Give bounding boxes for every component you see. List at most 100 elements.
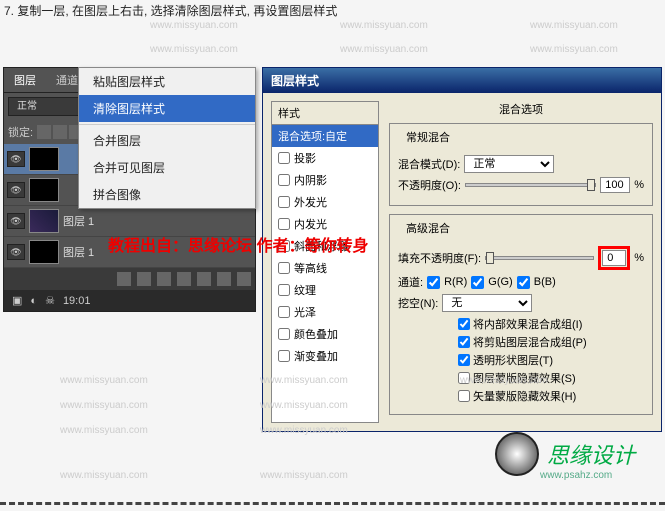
opt-label: 矢量蒙版隐藏效果(H): [473, 388, 576, 404]
menu-paste-style[interactable]: 粘贴图层样式: [79, 68, 255, 95]
style-checkbox[interactable]: [278, 174, 290, 186]
channel-g-checkbox[interactable]: [471, 276, 484, 289]
context-menu: 粘贴图层样式 清除图层样式 合并图层 合并可见图层 拼合图像: [78, 67, 256, 209]
watermark: www.missyuan.com: [150, 44, 238, 55]
menu-flatten[interactable]: 拼合图像: [79, 181, 255, 208]
style-checkbox[interactable]: [278, 218, 290, 230]
logo-icon: [495, 432, 539, 476]
source-logo: 思缘设计: [495, 432, 635, 476]
watermark: www.missyuan.com: [530, 44, 618, 55]
watermark: www.missyuan.com: [260, 470, 348, 481]
status-icon: ◐: [30, 295, 37, 307]
opt-clip-layers-checkbox[interactable]: [458, 336, 470, 348]
opacity-label: 不透明度(O):: [398, 177, 461, 193]
lock-transparency-icon[interactable]: [37, 125, 51, 139]
layer-thumb[interactable]: [29, 240, 59, 264]
clock-time: 19:01: [63, 295, 91, 307]
adjustment-icon[interactable]: [177, 272, 191, 286]
layer-name: 图层 1: [63, 213, 252, 229]
trash-icon[interactable]: [237, 272, 251, 286]
styles-list: 样式 混合选项:自定 投影 内阴影 外发光 内发光 斜面和浮雕 等高线 纹理 光…: [271, 101, 379, 423]
style-outer-glow[interactable]: 外发光: [272, 191, 378, 213]
fill-opacity-input[interactable]: [602, 250, 626, 266]
visibility-icon[interactable]: 👁: [7, 244, 25, 260]
style-checkbox[interactable]: [278, 196, 290, 208]
highlight-marker: [598, 246, 630, 270]
watermark: www.missyuan.com: [60, 470, 148, 481]
styles-header: 样式: [272, 102, 378, 125]
fx-icon[interactable]: [137, 272, 151, 286]
style-satin[interactable]: 光泽: [272, 301, 378, 323]
channel-r-checkbox[interactable]: [427, 276, 440, 289]
style-checkbox[interactable]: [278, 284, 290, 296]
status-icon: ☠: [45, 294, 55, 307]
watermark: www.missyuan.com: [60, 375, 148, 386]
link-layers-icon[interactable]: [117, 272, 131, 286]
advanced-blend-group: 高级混合 填充不透明度(F): % 通道: R(R) G(G) B(B) 挖空(…: [389, 214, 653, 415]
menu-merge-layers[interactable]: 合并图层: [79, 127, 255, 154]
watermark: www.missyuan.com: [60, 400, 148, 411]
menu-separator: [79, 124, 255, 125]
layer-thumb[interactable]: [29, 178, 59, 202]
style-drop-shadow[interactable]: 投影: [272, 147, 378, 169]
opt-transparency-checkbox[interactable]: [458, 354, 470, 366]
fieldset-title: 高级混合: [402, 220, 454, 236]
link-icon[interactable]: [63, 152, 77, 166]
menu-merge-visible[interactable]: 合并可见图层: [79, 154, 255, 181]
opt-inner-effects-checkbox[interactable]: [458, 318, 470, 330]
panel-footer: [4, 268, 255, 290]
opt-label: 将剪贴图层混合成组(P): [473, 334, 587, 350]
watermark: www.missyuan.com: [150, 20, 238, 31]
style-blend-options[interactable]: 混合选项:自定: [272, 125, 378, 147]
tab-layers[interactable]: 图层: [4, 68, 46, 92]
visibility-icon[interactable]: 👁: [7, 151, 25, 167]
opt-layer-mask-checkbox[interactable]: [458, 372, 470, 384]
style-contour[interactable]: 等高线: [272, 257, 378, 279]
visibility-icon[interactable]: 👁: [7, 213, 25, 229]
blend-section-title: 混合选项: [389, 101, 653, 117]
opacity-slider[interactable]: [465, 183, 596, 187]
watermark: www.missyuan.com: [530, 20, 618, 31]
style-inner-shadow[interactable]: 内阴影: [272, 169, 378, 191]
lock-label: 锁定:: [8, 124, 33, 140]
style-checkbox[interactable]: [278, 152, 290, 164]
fill-opacity-label: 填充不透明度(F):: [398, 250, 481, 266]
style-color-overlay[interactable]: 颜色叠加: [272, 323, 378, 345]
visibility-icon[interactable]: 👁: [7, 182, 25, 198]
opacity-value-input[interactable]: [600, 177, 630, 193]
watermark: www.missyuan.com: [60, 425, 148, 436]
style-checkbox[interactable]: [278, 350, 290, 362]
watermark: www.missyuan.com: [340, 20, 428, 31]
dashed-separator: [0, 502, 665, 505]
fieldset-title: 常规混合: [402, 129, 454, 145]
status-bar: ▣ ◐ ☠ 19:01: [4, 290, 255, 311]
style-checkbox[interactable]: [278, 328, 290, 340]
knockout-label: 挖空(N):: [398, 295, 438, 311]
lock-pixels-icon[interactable]: [53, 125, 67, 139]
link-icon[interactable]: [63, 183, 77, 197]
opt-label: 将内部效果混合成组(I): [473, 316, 582, 332]
general-blend-group: 常规混合 混合模式(D): 正常 不透明度(O): %: [389, 123, 653, 206]
new-layer-icon[interactable]: [217, 272, 231, 286]
style-texture[interactable]: 纹理: [272, 279, 378, 301]
opt-vector-mask-checkbox[interactable]: [458, 390, 470, 402]
layer-thumb[interactable]: [29, 209, 59, 233]
blend-options-panel: 混合选项 常规混合 混合模式(D): 正常 不透明度(O): % 高级混合 填充…: [389, 101, 653, 423]
folder-icon[interactable]: [197, 272, 211, 286]
style-checkbox[interactable]: [278, 306, 290, 318]
dialog-title: 图层样式: [263, 68, 661, 93]
style-checkbox[interactable]: [278, 262, 290, 274]
fill-opacity-slider[interactable]: [485, 256, 594, 260]
layer-thumb[interactable]: [29, 147, 59, 171]
instruction-text: 7. 复制一层, 在图层上右击, 选择清除图层样式, 再设置图层样式: [4, 2, 337, 19]
mask-icon[interactable]: [157, 272, 171, 286]
blend-mode-label: 混合模式(D):: [398, 156, 460, 172]
knockout-select[interactable]: 无: [442, 294, 532, 312]
opt-label: 图层蒙版隐藏效果(S): [473, 370, 576, 386]
blend-mode-select[interactable]: 正常: [464, 155, 554, 173]
channel-b-checkbox[interactable]: [517, 276, 530, 289]
opt-label: 透明形状图层(T): [473, 352, 553, 368]
menu-clear-style[interactable]: 清除图层样式: [79, 95, 255, 122]
channel-label: 通道:: [398, 274, 423, 290]
style-gradient-overlay[interactable]: 渐变叠加: [272, 345, 378, 367]
